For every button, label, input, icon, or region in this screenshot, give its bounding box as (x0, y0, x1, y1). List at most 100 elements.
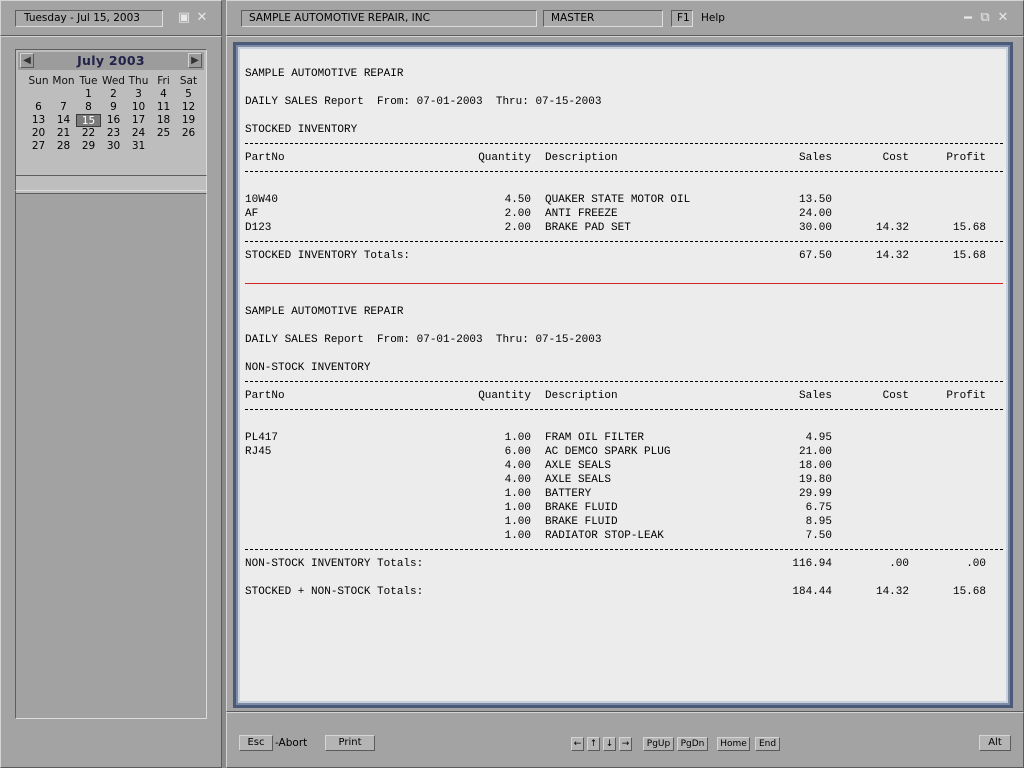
calendar-day[interactable]: 15 (76, 114, 101, 127)
totals-sales: 116.94 (792, 558, 832, 570)
calendar-day[interactable]: 27 (26, 140, 51, 153)
bottom-toolbar: Esc -Abort Print ← ↑ ↓ → PgUp PgDn Home … (226, 712, 1024, 768)
report-blank-line (245, 599, 1003, 613)
report-subtitle: DAILY SALES Report From: 07-01-2003 Thru… (245, 333, 1003, 347)
report-header-row: PartNo Quantity Description Sales Cost Profit (245, 151, 1003, 165)
calendar-day[interactable]: 9 (101, 101, 126, 114)
totals-cost: .00 (889, 558, 909, 570)
report-header-row: PartNo Quantity Description Sales Cost Profit (245, 389, 1003, 403)
calendar-day[interactable]: 28 (51, 140, 76, 153)
cell-desc: BRAKE FLUID (545, 502, 618, 514)
home-button[interactable]: Home (717, 737, 750, 751)
calendar-day[interactable]: 30 (101, 140, 126, 153)
calendar-day[interactable]: 2 (101, 88, 126, 101)
calendar-day[interactable]: 18 (151, 114, 176, 127)
column-header-partno: PartNo (245, 390, 285, 402)
alt-button[interactable]: Alt (979, 735, 1011, 751)
calendar-day[interactable]: 8 (76, 101, 101, 114)
calendar-weekday: Wed (102, 75, 125, 87)
report-subtitle: DAILY SALES Report From: 07-01-2003 Thru… (245, 95, 1003, 109)
report-blank-line (245, 347, 1003, 361)
calendar-day[interactable]: 24 (126, 127, 151, 140)
left-arrow-icon[interactable]: ← (571, 737, 584, 751)
calendar-day[interactable]: 31 (126, 140, 151, 153)
calendar-day[interactable]: 26 (176, 127, 201, 140)
report-dashed-rule (245, 137, 1003, 151)
report-viewport: SAMPLE AUTOMOTIVE REPAIR DAILY SALES Repo… (238, 47, 1008, 703)
calendar-day[interactable]: 10 (126, 101, 151, 114)
report-panel: SAMPLE AUTOMOTIVE REPAIR DAILY SALES Repo… (226, 36, 1024, 712)
cell-qty: 1.00 (504, 516, 531, 528)
column-header-desc: Description (545, 152, 618, 164)
calendar-day[interactable]: 13 (26, 114, 51, 127)
next-month-icon[interactable]: ▶ (188, 53, 202, 68)
minimize-icon[interactable]: ━ (961, 12, 975, 26)
calendar-day[interactable]: 14 (51, 114, 76, 127)
calendar-day[interactable]: 11 (151, 101, 176, 114)
column-header-sales: Sales (798, 152, 832, 164)
report-row: 10W40 4.50 QUAKER STATE MOTOR OIL 13.50 (245, 193, 1003, 207)
right-arrow-icon[interactable]: → (619, 737, 632, 751)
close-icon[interactable]: ✕ (195, 11, 209, 25)
print-button[interactable]: Print (325, 735, 375, 751)
report-dashed-rule (245, 375, 1003, 389)
down-arrow-icon[interactable]: ↓ (603, 737, 616, 751)
cell-sales: 24.00 (798, 208, 832, 220)
prev-month-icon[interactable]: ◀ (20, 53, 34, 68)
column-header-profit: Profit (946, 390, 986, 402)
calendar-empty-cell (26, 88, 51, 101)
dashed-divider (245, 171, 1003, 172)
calendar-day[interactable]: 4 (151, 88, 176, 101)
calendar-day[interactable]: 19 (176, 114, 201, 127)
totals-label: STOCKED + NON-STOCK Totals: (245, 586, 424, 598)
cell-cost: 14.32 (875, 222, 909, 234)
restore-icon[interactable]: ▣ (177, 11, 191, 25)
cell-qty: 1.00 (504, 530, 531, 542)
calendar-day[interactable]: 20 (26, 127, 51, 140)
column-header-desc: Description (545, 390, 618, 402)
calendar-day[interactable]: 3 (126, 88, 151, 101)
close-icon[interactable]: ✕ (996, 11, 1010, 25)
calendar-day[interactable]: 17 (126, 114, 151, 127)
report-dashed-rule (245, 543, 1003, 557)
report-page-break (245, 277, 1003, 291)
cell-qty: 1.00 (504, 432, 531, 444)
calendar-empty-cell (151, 140, 176, 153)
calendar-week-row: 27 28 29 30 31 (26, 140, 201, 153)
calendar-day[interactable]: 12 (176, 101, 201, 114)
calendar-day[interactable]: 25 (151, 127, 176, 140)
calendar-day[interactable]: 1 (76, 88, 101, 101)
column-header-partno: PartNo (245, 152, 285, 164)
column-header-sales: Sales (798, 390, 832, 402)
report-row: D123 2.00 BRAKE PAD SET 30.00 14.32 15.68 (245, 221, 1003, 235)
calendar-day[interactable]: 22 (76, 127, 101, 140)
totals-label: STOCKED INVENTORY Totals: (245, 250, 411, 262)
cell-desc: ANTI FREEZE (545, 208, 618, 220)
calendar-day[interactable]: 29 (76, 140, 101, 153)
calendar-month-title: July 2003 (77, 53, 145, 68)
pgdn-button[interactable]: PgDn (677, 737, 708, 751)
report-blank-line (245, 53, 1003, 67)
end-button[interactable]: End (755, 737, 780, 751)
cell-desc: BRAKE FLUID (545, 516, 618, 528)
calendar-day[interactable]: 6 (26, 101, 51, 114)
report-frame: SAMPLE AUTOMOTIVE REPAIR DAILY SALES Repo… (233, 42, 1013, 708)
left-title-panel: Tuesday - Jul 15, 2003 ▣ ✕ (0, 0, 222, 36)
calendar-day[interactable]: 23 (101, 127, 126, 140)
pgup-button[interactable]: PgUp (643, 737, 674, 751)
calendar-empty-cell (176, 140, 201, 153)
esc-button[interactable]: Esc (239, 735, 273, 751)
calendar-day[interactable]: 7 (51, 101, 76, 114)
help-key-button[interactable]: F1 (671, 10, 693, 27)
report-company: SAMPLE AUTOMOTIVE REPAIR (245, 67, 1003, 81)
up-arrow-icon[interactable]: ↑ (587, 737, 600, 751)
calendar-day[interactable]: 21 (51, 127, 76, 140)
calendar-day[interactable]: 5 (176, 88, 201, 101)
report-row: 1.00 RADIATOR STOP-LEAK 7.50 (245, 529, 1003, 543)
report-row: 4.00 AXLE SEALS 18.00 (245, 459, 1003, 473)
company-name-field: SAMPLE AUTOMOTIVE REPAIR, INC (241, 10, 537, 27)
restore-icon[interactable]: ⧉ (978, 11, 992, 25)
cell-desc: BATTERY (545, 488, 592, 500)
totals-profit: 15.68 (952, 250, 986, 262)
calendar-day[interactable]: 16 (101, 114, 126, 127)
